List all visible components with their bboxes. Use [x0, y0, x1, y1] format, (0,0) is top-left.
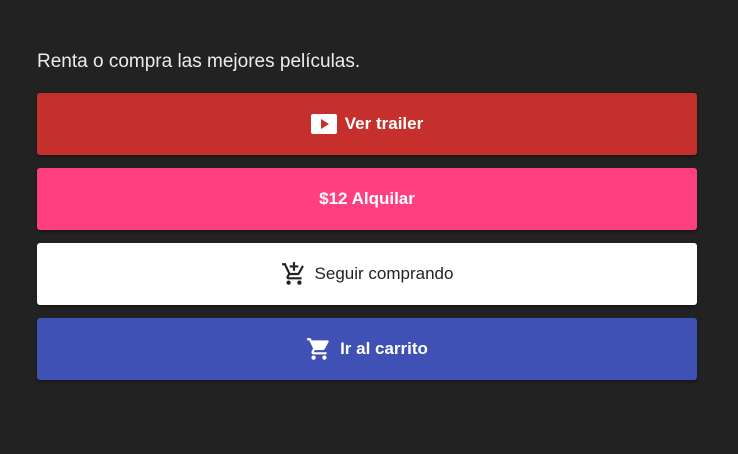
go-to-cart-label: Ir al carrito — [340, 339, 428, 358]
continue-shopping-button[interactable]: Seguir comprando — [37, 243, 697, 305]
rent-button[interactable]: $12 Alquilar — [37, 168, 697, 230]
watch-trailer-label: Ver trailer — [344, 114, 424, 133]
watch-trailer-button[interactable]: Ver trailer — [37, 93, 697, 155]
go-to-cart-button[interactable]: Ir al carrito — [37, 318, 697, 380]
rent-label: $12 Alquilar — [319, 189, 415, 208]
add-shopping-cart-icon — [281, 261, 307, 287]
continue-shopping-label: Seguir comprando — [314, 264, 454, 283]
shopping-cart-icon — [306, 336, 332, 362]
page-subtitle: Renta o compra las mejores películas. — [37, 51, 361, 72]
youtube-play-icon — [310, 114, 337, 134]
